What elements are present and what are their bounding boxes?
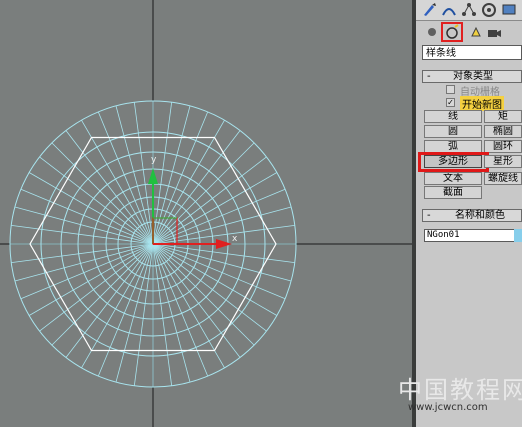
panel-tabs xyxy=(416,0,522,21)
mesh-radial-line xyxy=(152,119,225,245)
motion-icon xyxy=(482,3,496,17)
mesh-radial-line xyxy=(97,111,154,245)
collapse-icon: - xyxy=(427,71,431,82)
mesh-radial-line xyxy=(152,243,191,383)
mesh-radial-line xyxy=(152,142,255,245)
gizmo-y-arrow xyxy=(148,168,158,184)
section-button[interactable]: 截面 xyxy=(424,186,482,199)
mesh-radial-line xyxy=(115,243,154,383)
mesh-radial-line xyxy=(152,105,191,245)
watermark-title: 中国教程网 xyxy=(398,376,522,404)
command-panel: 样条线 - 对象类型 自动栅格 ✓ 开始新图 线 矩 圆 椭圆 弧 圆环 多边形… xyxy=(416,0,522,427)
donut-button[interactable]: 圆环 xyxy=(484,140,522,153)
mesh-radial-line xyxy=(152,206,292,245)
object-color-swatch[interactable] xyxy=(514,229,522,242)
mesh-radial-line xyxy=(81,119,154,245)
auto-grid-checkbox[interactable] xyxy=(446,85,455,94)
geometry-icon[interactable] xyxy=(424,24,440,40)
lights-icon[interactable] xyxy=(468,24,484,40)
mesh-radial-line xyxy=(152,243,286,300)
helix-button[interactable]: 螺旋线 xyxy=(484,172,522,185)
mesh-radial-line xyxy=(152,111,209,245)
category-dropdown[interactable]: 样条线 xyxy=(422,45,522,60)
ellipse-button[interactable]: 椭圆 xyxy=(484,125,522,138)
category-icons xyxy=(416,21,522,43)
line-button[interactable]: 线 xyxy=(424,110,482,123)
motion-tab[interactable] xyxy=(480,1,498,18)
gizmo-x-label: x xyxy=(232,234,238,244)
text-button[interactable]: 文本 xyxy=(424,172,482,185)
object-name-field[interactable]: NGon01 xyxy=(424,229,522,242)
mesh-radial-line xyxy=(51,243,154,346)
name-color-title: 名称和颜色 xyxy=(455,210,505,221)
mesh-radial-line xyxy=(51,142,154,245)
mesh-radial-line xyxy=(20,243,154,300)
mesh-radial-line xyxy=(81,243,154,369)
mesh-radial-line xyxy=(28,243,154,316)
mesh-radial-line xyxy=(14,243,154,282)
mesh-radial-line xyxy=(14,206,154,245)
modify-icon xyxy=(442,8,456,16)
shapes-icon-selected[interactable] xyxy=(441,22,463,42)
gizmo-x-arrow xyxy=(216,239,232,249)
circle-button[interactable]: 圆 xyxy=(424,125,482,138)
ngon-mesh: xy xyxy=(0,0,412,427)
shapes-icon xyxy=(446,24,459,39)
mesh-radial-line xyxy=(152,243,225,369)
hierarchy-icon xyxy=(462,3,476,16)
mesh-radial-line xyxy=(152,188,286,245)
start-new-shape-checkbox[interactable]: ✓ xyxy=(446,98,455,107)
create-icon xyxy=(424,3,436,16)
name-color-rollout-header[interactable]: - 名称和颜色 xyxy=(422,209,522,222)
start-new-shape-label: 开始新图 xyxy=(460,96,504,111)
object-type-rollout-header[interactable]: - 对象类型 xyxy=(422,70,522,83)
modify-tab[interactable] xyxy=(440,1,458,18)
viewport-top[interactable]: xy xyxy=(0,0,412,427)
display-tab[interactable] xyxy=(500,1,518,18)
hierarchy-tab[interactable] xyxy=(460,1,478,18)
gizmo-y-label: y xyxy=(151,155,157,165)
mesh-radial-line xyxy=(152,243,278,316)
create-tab[interactable] xyxy=(420,1,438,18)
mesh-radial-line xyxy=(97,243,154,377)
rectangle-button[interactable]: 矩 xyxy=(484,110,522,123)
mesh-radial-line xyxy=(152,172,278,245)
object-type-title: 对象类型 xyxy=(453,71,493,82)
mesh-radial-line xyxy=(115,105,154,245)
watermark-url: www.jcwcn.com xyxy=(408,402,488,413)
mesh-radial-line xyxy=(152,243,255,346)
mesh-radial-line xyxy=(20,188,154,245)
collapse-icon: - xyxy=(427,210,431,221)
mesh-radial-line xyxy=(152,243,292,282)
mesh-radial-line xyxy=(152,243,209,377)
mesh-radial-line xyxy=(28,172,154,245)
display-icon xyxy=(502,4,516,15)
ngon-button-highlight xyxy=(418,152,489,172)
star-button[interactable]: 星形 xyxy=(484,155,522,168)
cameras-icon[interactable] xyxy=(486,24,502,40)
